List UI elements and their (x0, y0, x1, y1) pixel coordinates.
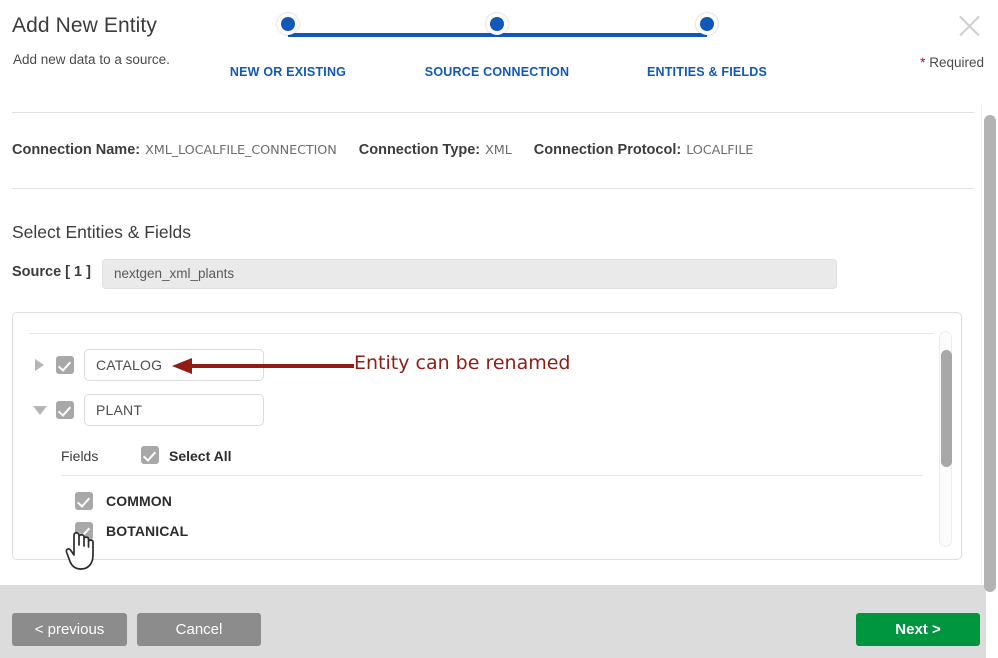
source-label: Source [ 1 ] (12, 264, 91, 280)
dialog-footer: < previous Cancel Next > (0, 585, 986, 658)
connection-summary: Connection Name: XML_LOCALFILE_CONNECTION… (12, 142, 775, 158)
entity-checkbox-plant[interactable] (56, 401, 74, 419)
section-title: Select Entities & Fields (12, 222, 191, 242)
cancel-button[interactable]: Cancel (137, 613, 261, 646)
connection-name-label: Connection Name: (12, 142, 141, 158)
field-label-common: COMMON (106, 493, 172, 509)
stepper-connector-1 (288, 33, 497, 37)
entity-name-value-catalog: CATALOG (96, 357, 163, 373)
panel-top-divider (29, 333, 934, 334)
connection-protocol-label: Connection Protocol: (533, 142, 682, 158)
entity-checkbox-catalog[interactable] (56, 356, 74, 374)
stepper-dot-icon (486, 13, 508, 35)
source-input-value: nextgen_xml_plants (114, 266, 235, 281)
entity-name-value-plant: PLANT (96, 402, 143, 418)
page-scrollbar[interactable] (981, 105, 998, 592)
select-all-checkbox[interactable] (141, 446, 159, 464)
connection-divider (12, 188, 974, 189)
stepper-label-2: SOURCE CONNECTION (424, 65, 570, 79)
connection-type-value: XML (485, 143, 512, 158)
required-note: * Required (920, 55, 984, 70)
required-asterisk: * (920, 55, 926, 70)
fields-divider (61, 475, 923, 476)
connection-type-label: Connection Type: (358, 142, 481, 158)
select-all-label: Select All (169, 448, 232, 464)
entity-name-input-plant[interactable]: PLANT (84, 394, 264, 426)
close-icon[interactable] (954, 11, 984, 41)
fields-label: Fields (61, 448, 99, 464)
page-scrollbar-thumb[interactable] (984, 115, 996, 592)
entities-panel-scrollbar[interactable] (939, 331, 952, 547)
stepper-label-1: NEW OR EXISTING (229, 65, 347, 79)
page-title: Add New Entity (12, 14, 157, 37)
field-checkbox-botanical[interactable] (75, 522, 93, 540)
entity-name-input-catalog[interactable]: CATALOG (84, 349, 264, 381)
field-label-botanical: BOTANICAL (106, 523, 189, 539)
source-input[interactable]: nextgen_xml_plants (102, 259, 837, 289)
entities-panel: CATALOG PLANT Fields Select All COMMON B… (12, 312, 962, 560)
stepper-dot-icon (696, 13, 718, 35)
entities-panel-scrollbar-thumb[interactable] (941, 350, 952, 467)
stepper-dot-icon (277, 13, 299, 35)
field-checkbox-common[interactable] (75, 492, 93, 510)
previous-button[interactable]: < previous (12, 613, 127, 646)
connection-protocol-value: LOCALFILE (686, 143, 754, 158)
connection-name-value: XML_LOCALFILE_CONNECTION (145, 143, 337, 158)
next-button[interactable]: Next > (856, 613, 980, 646)
required-label: Required (929, 55, 984, 70)
stepper-label-3: ENTITIES & FIELDS (646, 65, 768, 79)
dialog-header: Add New Entity Add new data to a source.… (0, 0, 998, 112)
header-divider (12, 112, 974, 113)
caret-right-icon[interactable] (35, 359, 44, 371)
stepper-connector-2 (497, 33, 707, 37)
page-subtitle: Add new data to a source. (13, 52, 170, 67)
caret-down-icon[interactable] (33, 406, 47, 415)
wizard-stepper: NEW OR EXISTING SOURCE CONNECTION ENTITI… (229, 13, 792, 94)
